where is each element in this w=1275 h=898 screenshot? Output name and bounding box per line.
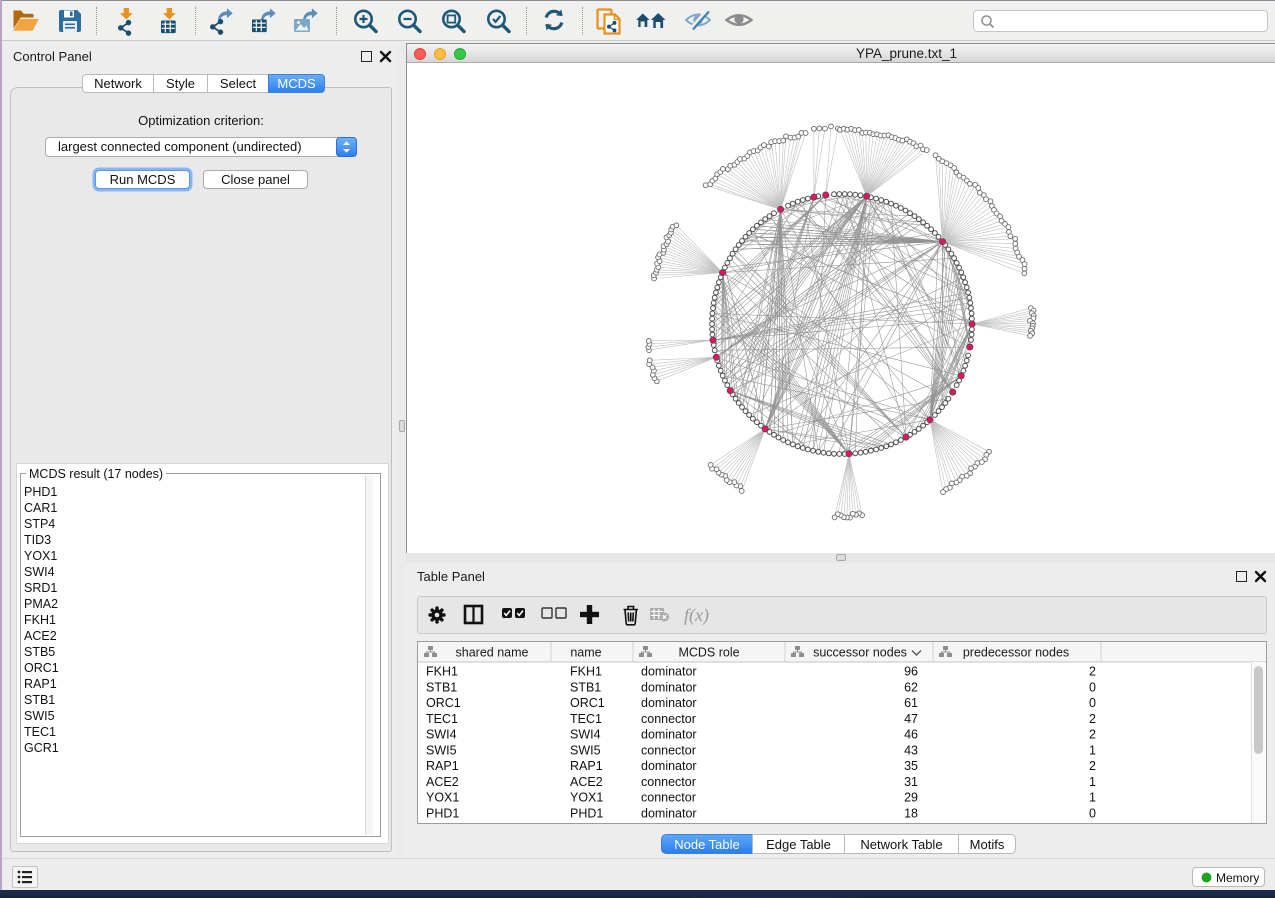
svg-text:YOX1: YOX1 (426, 791, 459, 805)
svg-text:FKH1: FKH1 (570, 665, 602, 679)
svg-text:2: 2 (1089, 759, 1096, 773)
svg-text:SWI4: SWI4 (426, 728, 457, 742)
svg-text:0: 0 (1089, 696, 1096, 710)
svg-text:ACE2: ACE2 (426, 775, 459, 789)
svg-text:STB1: STB1 (426, 680, 457, 694)
svg-text:TEC1: TEC1 (426, 712, 458, 726)
svg-text:35: 35 (904, 759, 918, 773)
svg-text:dominator: dominator (641, 680, 697, 694)
svg-text:FKH1: FKH1 (426, 665, 458, 679)
svg-text:TEC1: TEC1 (570, 712, 602, 726)
svg-text:PHD1: PHD1 (570, 806, 603, 820)
svg-text:0: 0 (1089, 806, 1096, 820)
svg-text:1: 1 (1089, 791, 1096, 805)
svg-text:2: 2 (1089, 712, 1096, 726)
svg-text:STB1: STB1 (570, 680, 601, 694)
svg-text:43: 43 (904, 743, 918, 757)
svg-text:61: 61 (904, 696, 918, 710)
svg-text:SWI5: SWI5 (426, 743, 457, 757)
svg-text:name: name (570, 646, 601, 660)
svg-text:SWI5: SWI5 (570, 743, 601, 757)
svg-text:0: 0 (1089, 680, 1096, 694)
svg-text:dominator: dominator (641, 696, 697, 710)
svg-text:connector: connector (641, 712, 696, 726)
svg-text:RAP1: RAP1 (426, 759, 459, 773)
svg-text:connector: connector (641, 791, 696, 805)
svg-text:RAP1: RAP1 (570, 759, 603, 773)
svg-text:connector: connector (641, 775, 696, 789)
svg-text:96: 96 (904, 665, 918, 679)
svg-text:predecessor nodes: predecessor nodes (963, 646, 1069, 660)
svg-text:YOX1: YOX1 (570, 791, 603, 805)
svg-text:dominator: dominator (641, 759, 697, 773)
svg-text:ACE2: ACE2 (570, 775, 603, 789)
svg-text:46: 46 (904, 728, 918, 742)
svg-text:31: 31 (904, 775, 918, 789)
svg-text:47: 47 (904, 712, 918, 726)
svg-text:connector: connector (641, 743, 696, 757)
svg-text:dominator: dominator (641, 728, 697, 742)
svg-text:2: 2 (1089, 728, 1096, 742)
svg-text:shared name: shared name (456, 646, 529, 660)
svg-text:successor nodes: successor nodes (813, 646, 907, 660)
svg-text:MCDS role: MCDS role (678, 646, 739, 660)
svg-text:ORC1: ORC1 (570, 696, 605, 710)
svg-text:f(x): f(x) (684, 605, 709, 626)
svg-text:dominator: dominator (641, 806, 697, 820)
svg-text:62: 62 (904, 680, 918, 694)
svg-text:1: 1 (1089, 743, 1096, 757)
svg-text:18: 18 (904, 806, 918, 820)
svg-text:PHD1: PHD1 (426, 806, 459, 820)
svg-text:dominator: dominator (641, 665, 697, 679)
svg-text:ORC1: ORC1 (426, 696, 461, 710)
svg-text:SWI4: SWI4 (570, 728, 601, 742)
svg-text:29: 29 (904, 791, 918, 805)
svg-text:1: 1 (1089, 775, 1096, 789)
svg-text:2: 2 (1089, 665, 1096, 679)
